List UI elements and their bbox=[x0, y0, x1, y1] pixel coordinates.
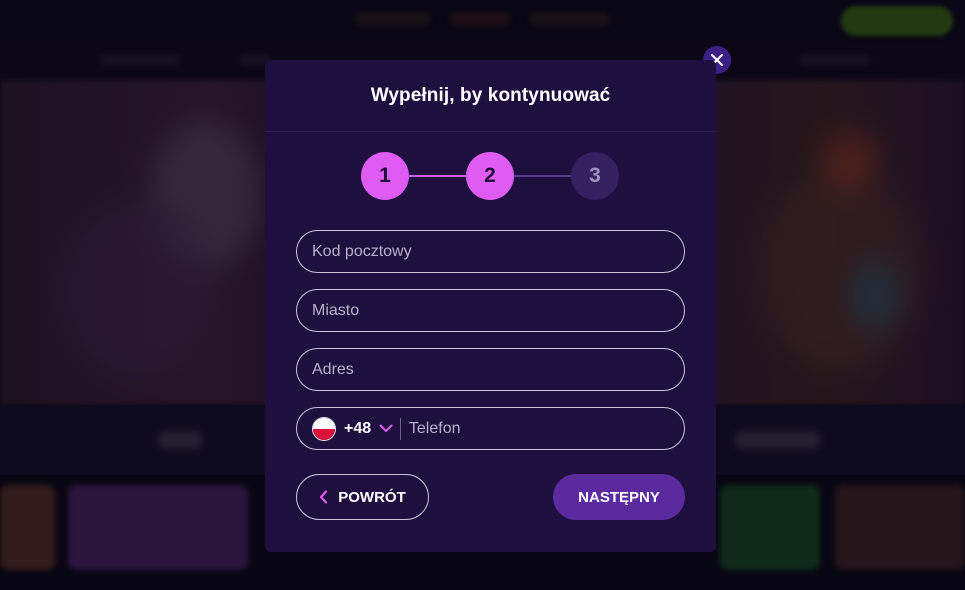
modal-title: Wypełnij, by kontynuować bbox=[370, 84, 611, 106]
step-connector-1-2 bbox=[408, 175, 468, 177]
back-button-label: POWRÓT bbox=[338, 488, 406, 506]
chevron-left-icon bbox=[320, 490, 328, 504]
modal-header: Wypełnij, by kontynuować bbox=[265, 60, 716, 132]
postal-code-input[interactable] bbox=[297, 231, 684, 272]
chevron-down-icon[interactable] bbox=[379, 424, 393, 433]
city-input[interactable] bbox=[297, 290, 684, 331]
step-2: 2 bbox=[466, 152, 514, 200]
country-dial-code[interactable]: +48 bbox=[344, 420, 371, 438]
progress-stepper: 1 2 3 bbox=[265, 152, 716, 200]
address-field bbox=[296, 348, 685, 391]
phone-input[interactable] bbox=[400, 408, 684, 449]
registration-modal: Wypełnij, by kontynuować 1 2 3 +48 P bbox=[265, 60, 716, 552]
back-button[interactable]: POWRÓT bbox=[296, 474, 429, 520]
city-field bbox=[296, 289, 685, 332]
postal-code-field bbox=[296, 230, 685, 273]
address-input[interactable] bbox=[297, 349, 684, 390]
step-1: 1 bbox=[361, 152, 409, 200]
step-connector-2-3 bbox=[513, 175, 573, 177]
phone-field: +48 bbox=[296, 407, 685, 450]
step-3: 3 bbox=[571, 152, 619, 200]
poland-flag-icon[interactable] bbox=[312, 416, 336, 441]
next-button[interactable]: NASTĘPNY bbox=[553, 474, 685, 520]
